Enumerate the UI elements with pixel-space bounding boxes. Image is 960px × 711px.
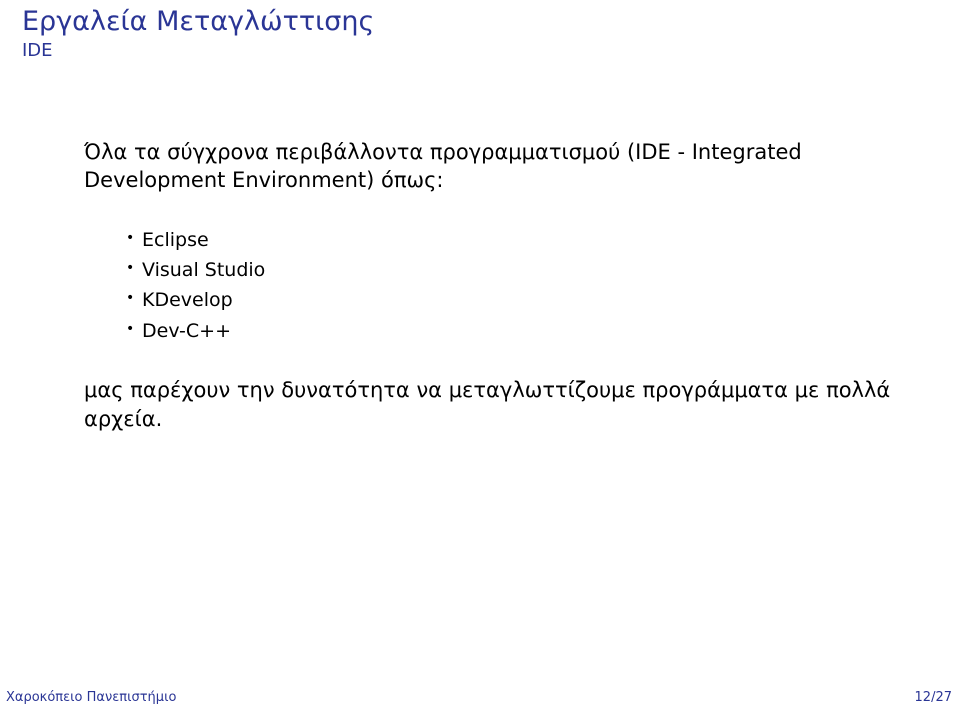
- slide-title: Εργαλεία Μεταγλώττισης: [22, 6, 938, 38]
- ide-list: Eclipse Visual Studio KDevelop Dev-C++: [128, 225, 900, 347]
- page-number: 12/27: [915, 690, 952, 705]
- outro-paragraph: μας παρέχουν την δυνατότητα να μεταγλωττ…: [84, 376, 900, 433]
- list-item: Eclipse: [128, 225, 900, 255]
- list-item: Visual Studio: [128, 255, 900, 285]
- list-item: Dev-C++: [128, 316, 900, 346]
- slide-body: Όλα τα σύγχρονα περιβάλλοντα προγραμματι…: [84, 138, 900, 433]
- slide-subtitle: IDE: [22, 40, 938, 61]
- list-item: KDevelop: [128, 285, 900, 315]
- intro-paragraph: Όλα τα σύγχρονα περιβάλλοντα προγραμματι…: [84, 138, 900, 195]
- footer-institution: Χαροκόπειο Πανεπιστήμιο: [6, 690, 176, 705]
- slide: Εργαλεία Μεταγλώττισης IDE Όλα τα σύγχρο…: [0, 0, 960, 711]
